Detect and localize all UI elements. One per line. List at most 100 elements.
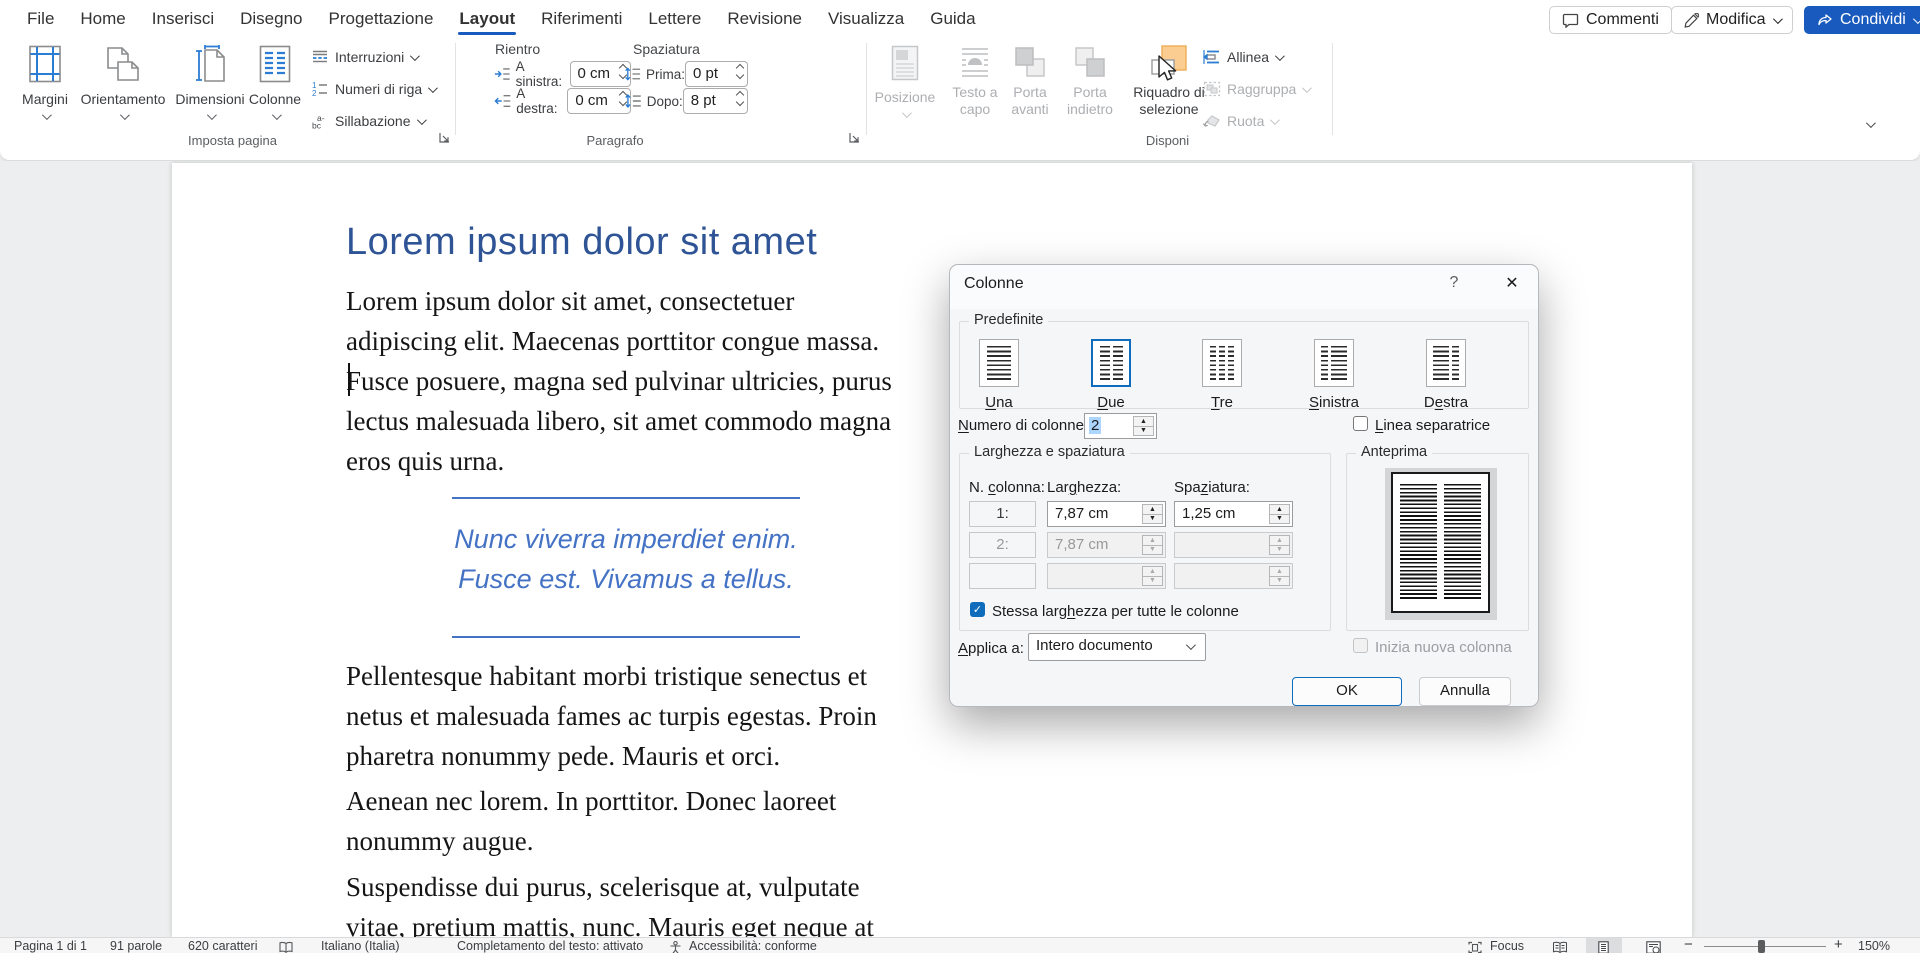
preset-due[interactable]: Due bbox=[1071, 339, 1151, 411]
imposta-pagina-group-label: Imposta pagina bbox=[160, 133, 305, 148]
word-count[interactable]: 91 parole bbox=[110, 939, 162, 953]
page-indicator[interactable]: Pagina 1 di 1 bbox=[14, 939, 87, 953]
numeri-di-riga-button[interactable]: 1 2 Numeri di riga bbox=[311, 78, 435, 100]
row2-number: 2: bbox=[969, 532, 1036, 558]
indent-left-field: A sinistra: 0 cm bbox=[494, 61, 631, 87]
dialog-title: Colonne bbox=[964, 275, 1024, 293]
web-layout-icon[interactable] bbox=[1646, 940, 1661, 953]
tab-home[interactable]: Home bbox=[67, 0, 138, 37]
zoom-in-button[interactable]: + bbox=[1834, 938, 1843, 953]
chevron-down-icon bbox=[206, 110, 216, 120]
stessa-larghezza-checkbox[interactable]: ✓ bbox=[970, 602, 985, 617]
chevron-down-icon bbox=[1773, 14, 1783, 24]
zoom-out-button[interactable]: − bbox=[1684, 938, 1693, 953]
orientamento-label: Orientamento bbox=[78, 91, 168, 107]
chevron-down-icon bbox=[428, 83, 438, 93]
tab-disegno[interactable]: Disegno bbox=[227, 0, 315, 37]
spacing-after-field: Dopo: 8 pt bbox=[624, 88, 748, 114]
riquadro-di-selezione-label: Riquadro di selezione bbox=[1122, 84, 1216, 118]
comment-icon bbox=[1562, 13, 1579, 28]
line-numbers-icon: 1 2 bbox=[311, 81, 329, 97]
share-button[interactable]: Condividi bbox=[1804, 6, 1920, 34]
text-completion-status[interactable]: Completamento del testo: attivato bbox=[457, 939, 643, 953]
indent-right-icon bbox=[494, 93, 511, 109]
tab-visualizza[interactable]: Visualizza bbox=[815, 0, 917, 37]
spinner: ▲▼ bbox=[1142, 566, 1163, 586]
sillabazione-button[interactable]: a- bc Sillabazione bbox=[311, 110, 424, 132]
colonne-button[interactable]: Colonne bbox=[240, 41, 310, 125]
interruzioni-button[interactable]: Interruzioni bbox=[311, 46, 417, 68]
paragrafo-dialog-launcher[interactable] bbox=[848, 131, 862, 145]
rientro-label: Rientro bbox=[495, 41, 540, 57]
edit-mode-button[interactable]: Modifica bbox=[1671, 6, 1793, 34]
preset-una[interactable]: Una bbox=[959, 339, 1039, 411]
document-paragraph-4: Suspendisse dui purus, scelerisque at, v… bbox=[346, 867, 874, 937]
two-columns-icon bbox=[1091, 339, 1131, 387]
collapse-ribbon-button[interactable] bbox=[1866, 115, 1873, 133]
tab-layout[interactable]: Layout bbox=[446, 0, 528, 37]
spinner-arrows[interactable] bbox=[737, 65, 743, 78]
stessa-larghezza-label: Stessa larghezza per tutte le colonne bbox=[992, 603, 1239, 620]
orientamento-button[interactable]: Orientamento bbox=[78, 41, 168, 125]
interruzioni-label: Interruzioni bbox=[335, 49, 404, 65]
tab-lettere[interactable]: Lettere bbox=[635, 0, 714, 37]
allinea-button[interactable]: Allinea bbox=[1203, 46, 1282, 68]
spacing-before-input[interactable]: 0 pt bbox=[685, 61, 748, 87]
tab-revisione[interactable]: Revisione bbox=[714, 0, 815, 37]
linea-separatrice-checkbox[interactable] bbox=[1353, 416, 1368, 431]
annulla-button[interactable]: Annulla bbox=[1419, 677, 1511, 706]
spinner[interactable]: ▲▼ bbox=[1269, 504, 1290, 524]
col-header: N. colonna: bbox=[969, 479, 1045, 496]
preset-tre[interactable]: Tre bbox=[1182, 339, 1262, 411]
help-button[interactable]: ? bbox=[1444, 274, 1464, 292]
tab-guida[interactable]: Guida bbox=[917, 0, 988, 37]
spinner-arrows[interactable] bbox=[737, 92, 743, 105]
spacing-after-label: Dopo: bbox=[647, 94, 683, 109]
numero-di-colonne-input[interactable]: 2 ▲▼ bbox=[1084, 413, 1157, 439]
status-bar: Pagina 1 di 1 91 parole 620 caratteri It… bbox=[0, 937, 1920, 953]
porta-indietro-button: Porta indietro bbox=[1046, 41, 1134, 118]
raggruppa-button: Raggruppa bbox=[1203, 78, 1309, 100]
colonne-label: Colonne bbox=[240, 91, 310, 107]
close-button[interactable]: ✕ bbox=[1500, 273, 1524, 293]
accessibility-status[interactable]: Accessibilità: conforme bbox=[689, 939, 817, 953]
row3-width-input: ▲▼ bbox=[1047, 563, 1166, 589]
proofing-icon[interactable] bbox=[279, 940, 293, 953]
tab-progettazione[interactable]: Progettazione bbox=[316, 0, 447, 37]
indent-left-input[interactable]: 0 cm bbox=[570, 61, 632, 87]
hyphenation-icon: a- bc bbox=[311, 113, 329, 129]
zoom-level[interactable]: 150% bbox=[1858, 939, 1890, 953]
spacing-after-input[interactable]: 8 pt bbox=[683, 88, 748, 114]
indent-right-input[interactable]: 0 cm bbox=[567, 88, 631, 114]
language-indicator[interactable]: Italiano (Italia) bbox=[321, 939, 400, 953]
chevron-down-icon bbox=[1302, 83, 1312, 93]
char-count[interactable]: 620 caratteri bbox=[188, 939, 257, 953]
focus-mode-button[interactable]: Focus bbox=[1490, 939, 1524, 953]
ok-button[interactable]: OK bbox=[1292, 677, 1402, 706]
applica-a-select[interactable]: Intero documento bbox=[1028, 633, 1206, 661]
preset-destra[interactable]: Destra bbox=[1406, 339, 1486, 411]
zoom-slider-track[interactable] bbox=[1704, 946, 1826, 947]
numero-di-colonne-label: Numero di colonne: bbox=[958, 417, 1088, 434]
margini-button[interactable]: Margini bbox=[0, 41, 90, 125]
raggruppa-label: Raggruppa bbox=[1227, 81, 1296, 97]
spacing-before-icon bbox=[624, 66, 641, 82]
margins-icon bbox=[28, 45, 62, 83]
row1-number: 1: bbox=[969, 501, 1036, 527]
spinner[interactable]: ▲▼ bbox=[1142, 504, 1163, 524]
mouse-cursor bbox=[1157, 55, 1179, 83]
accessibility-icon[interactable] bbox=[669, 940, 682, 953]
zoom-slider-thumb[interactable] bbox=[1758, 940, 1765, 953]
comments-button[interactable]: Commenti bbox=[1549, 6, 1672, 34]
preset-sinistra[interactable]: Sinistra bbox=[1294, 339, 1374, 411]
tab-file[interactable]: File bbox=[14, 0, 67, 37]
imposta-pagina-dialog-launcher[interactable] bbox=[438, 131, 452, 145]
chevron-down-icon bbox=[1186, 640, 1196, 650]
row1-width-input[interactable]: 7,87 cm ▲▼ bbox=[1047, 501, 1166, 527]
spinner[interactable]: ▲▼ bbox=[1133, 416, 1154, 436]
read-mode-icon[interactable] bbox=[1552, 940, 1568, 953]
tab-riferimenti[interactable]: Riferimenti bbox=[528, 0, 635, 37]
row1-spacing-input[interactable]: 1,25 cm ▲▼ bbox=[1174, 501, 1293, 527]
print-layout-icon[interactable] bbox=[1598, 940, 1609, 953]
tab-inserisci[interactable]: Inserisci bbox=[139, 0, 227, 37]
